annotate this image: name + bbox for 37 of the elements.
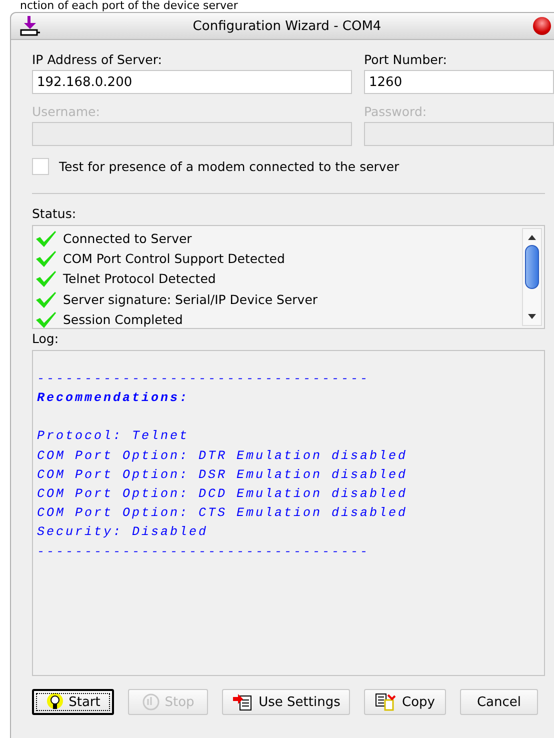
scroll-thumb[interactable]: [525, 245, 539, 289]
window-title: Configuration Wizard - COM4: [192, 18, 382, 34]
log-line: Security: Disabled: [37, 524, 210, 542]
input-field[interactable]: 1260: [364, 70, 554, 94]
log-line: COM Port Option: CTS Emulation disabled: [37, 505, 409, 522]
lightbulb-icon: [46, 693, 64, 711]
log-line: -----------------------------------: [37, 371, 371, 388]
status-item: Session Completed: [63, 312, 183, 328]
log-line: -----------------------------------: [37, 544, 371, 560]
field-label: IP Address of Server:: [32, 52, 163, 67]
status-label: Status:: [32, 206, 78, 221]
download-device-icon: [19, 15, 41, 37]
log-line: COM Port Option: DSR Emulation disabled: [37, 466, 409, 484]
status-item: COM Port Control Support Detected: [63, 251, 285, 266]
log-label: Log:: [32, 331, 60, 346]
field-label: Username:: [32, 104, 101, 119]
log-line: Recommendations:: [37, 390, 190, 408]
checkbox-label: Test for presence of a modem connected to the server: [59, 159, 400, 174]
dialog-button[interactable]: Use Settings: [222, 689, 350, 715]
background-text: nction of each port of the device server: [19, 0, 239, 12]
field-label: Port Number:: [364, 52, 448, 67]
status-item: Server signature: Serial/IP Device Server: [63, 292, 318, 307]
apply-document-icon: [232, 693, 254, 711]
log-line: Protocol: Telnet: [37, 428, 190, 446]
copy-documents-icon: [375, 693, 397, 711]
status-item: Connected to Server: [63, 230, 192, 246]
close-button[interactable]: [533, 17, 551, 35]
input-field[interactable]: 192.168.0.200: [32, 70, 352, 94]
dialog-button[interactable]: Cancel: [460, 689, 538, 715]
dialog-button[interactable]: Copy: [364, 689, 446, 715]
checkbox[interactable]: [32, 158, 49, 175]
log-line: COM Port Option: DCD Emulation disabled: [37, 486, 409, 503]
log-line: COM Port Option: DTR Emulation disabled: [37, 448, 409, 465]
dialog-button[interactable]: Start: [32, 689, 114, 715]
field-label: Password:: [364, 104, 428, 119]
status-item: Telnet Protocol Detected: [63, 271, 216, 286]
scrollbar[interactable]: [522, 228, 542, 326]
